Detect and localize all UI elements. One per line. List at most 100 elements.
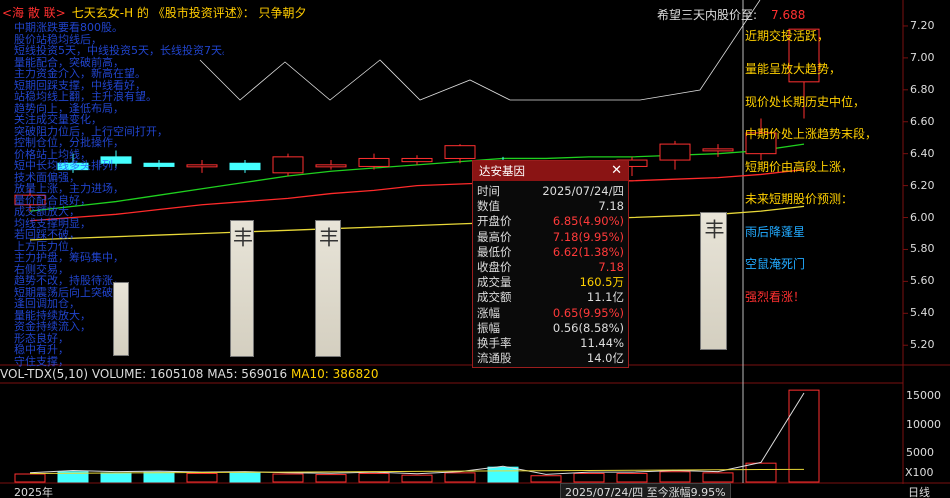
popup-row-value: 0.56(8.58%) <box>552 320 624 335</box>
popup-row-label: 成交额 <box>477 290 512 305</box>
target-value: 7.688 <box>771 8 806 22</box>
stamp-image: 丰 <box>315 220 341 357</box>
volume-bar <box>616 472 648 483</box>
volume-bar <box>143 471 175 483</box>
popup-row-label: 数值 <box>477 199 500 214</box>
price-tick: 6.80 <box>910 82 935 96</box>
popup-row: 涨幅 0.65(9.95%) <box>473 306 628 321</box>
popup-row-value: 2025/07/24/四 <box>542 184 624 198</box>
price-tick: 6.20 <box>910 178 935 192</box>
popup-row-label: 涨幅 <box>477 305 500 320</box>
volume-tick: 15000 <box>906 389 941 403</box>
chart-title: <海 散 联> 七天玄女-H 的 《股市投资评述》： 只争朝夕 <box>2 4 307 21</box>
popup-row: 数值 7.18 <box>473 199 628 214</box>
indicator-volume: VOLUME: 1605108 <box>91 367 204 381</box>
volume-bar <box>315 474 347 483</box>
cursor-date: 2025/07/24/四 至今涨幅9.95% <box>560 483 731 498</box>
volume-bar <box>229 472 261 483</box>
popup-row-value: 6.85(4.90%) <box>552 214 624 229</box>
price-tick: 6.40 <box>910 146 935 160</box>
forecast-note: 中期价处上涨趋势末段， <box>745 127 878 141</box>
popup-row-label: 开盘价 <box>477 214 512 229</box>
popup-row-value: 7.18 <box>598 259 624 274</box>
volume-bar <box>573 472 605 483</box>
volume-unit: X100 <box>905 466 934 479</box>
popup-row: 振幅 0.56(8.58%) <box>473 321 628 336</box>
popup-row: 成交额 11.1亿 <box>473 290 628 305</box>
volume-tick: 5000 <box>906 446 934 460</box>
forecast-note: 强烈看涨！ <box>745 290 806 304</box>
popup-row-value: 11.44% <box>580 335 624 350</box>
stamp-image: 丰 <box>700 212 727 350</box>
volume-ma5-line <box>29 392 805 475</box>
popup-row-value: 14.0亿 <box>586 351 624 366</box>
popup-row-label: 最高价 <box>477 229 512 244</box>
forecast-note: 量能呈放大趋势， <box>745 62 842 76</box>
overlay-line: 短中长均线多头排列， <box>14 159 124 172</box>
popup-row-value: 6.62(1.38%) <box>552 244 624 259</box>
overlay-line: 主力资金介入，新高在望。 <box>14 67 146 80</box>
popup-row: 成交量 160.5万 <box>473 275 628 290</box>
forecast-note: 空鼠淹死门 <box>745 257 806 271</box>
price-tick: 5.60 <box>910 274 935 288</box>
candle-body <box>401 157 433 163</box>
price-tick: 7.20 <box>910 18 935 32</box>
popup-row-label: 振幅 <box>477 320 500 335</box>
year-label: 2025年 <box>14 486 53 498</box>
status-bar: 2025年 2025/07/24/四 至今涨幅9.95% 日线 <box>0 483 950 498</box>
indicator-ma5: MA5: 569016 <box>207 367 288 381</box>
price-tick: 5.40 <box>910 306 935 320</box>
volume-bar <box>444 472 476 483</box>
overlay-line: 站稳均线上翻，主升浪有望。 <box>14 90 157 103</box>
candle-body <box>315 164 347 168</box>
popup-row-label: 收盘价 <box>477 259 512 274</box>
candle-body <box>229 162 261 171</box>
target-price: 希望三天内股价至: 7.688 <box>657 6 805 23</box>
popup-row-value: 160.5万 <box>579 275 624 290</box>
popup-row: 流通股 14.0亿 <box>473 351 628 366</box>
price-tick: 5.80 <box>910 242 935 256</box>
popup-row: 最低价 6.62(1.38%) <box>473 245 628 260</box>
overlay-line: 成交额放大， <box>14 205 80 218</box>
candle-body <box>444 145 476 159</box>
overlay-line: 短线投资5天，中线投资5天，长线投资7天。 <box>14 44 224 57</box>
overlay-line: 控制仓位，分批操作， <box>14 136 124 149</box>
indicator-name[interactable]: VOL-TDX(5,10) <box>0 367 88 381</box>
overlay-line: 主力护盘，筹码集中， <box>14 251 124 264</box>
stamp-image: 丰 <box>230 220 254 357</box>
volume-bar <box>186 472 218 483</box>
volume-bar <box>358 472 390 483</box>
indicator-ma10: MA10: 386820 <box>290 367 379 381</box>
popup-row-label: 流通股 <box>477 351 512 366</box>
popup-row-label: 最低价 <box>477 244 512 259</box>
indicator-bar: VOL-TDX(5,10) VOLUME: 1605108 MA5: 56901… <box>0 367 378 381</box>
overlay-line: 关注成交量变化， <box>14 113 102 126</box>
period-label[interactable]: 日线 <box>908 484 930 498</box>
volume-bar <box>487 466 519 483</box>
title-left: <海 散 联> <box>2 6 66 20</box>
popup-row-label: 换手率 <box>477 335 512 350</box>
price-tick: 5.20 <box>910 338 935 352</box>
volume-bar <box>659 471 691 483</box>
forecast-note: 雨后降蓬星 <box>745 225 806 239</box>
title-rest: 七天玄女-H 的 《股市投资评述》： 只争朝夕 <box>71 6 307 20</box>
target-label: 希望三天内股价至: <box>657 8 758 22</box>
popup-row: 换手率 11.44% <box>473 336 628 351</box>
volume-bar <box>272 473 304 483</box>
volume-bar <box>702 472 734 483</box>
popup-row: 开盘价 6.85(4.90%) <box>473 214 628 229</box>
price-tick: 6.00 <box>910 210 935 224</box>
volume-bar <box>745 462 777 483</box>
close-icon[interactable]: ✕ <box>611 161 622 181</box>
data-popup[interactable]: 达安基因 ✕ 时间 2025/07/24/四 数值 7.18 开盘价 6.85(4.90%… <box>472 160 629 368</box>
volume-bar <box>401 474 433 483</box>
popup-header[interactable]: 达安基因 ✕ <box>473 161 628 181</box>
popup-row-value: 7.18(9.95%) <box>552 229 624 244</box>
candle-body <box>272 156 304 174</box>
stock-chart-window: { "title": { "left": "<海 散 联>", "rest": … <box>0 0 950 498</box>
forecast-note: 未来短期股价预测： <box>745 192 854 206</box>
forecast-note: 现价处长期历史中位， <box>745 95 866 109</box>
candle-body <box>702 148 734 152</box>
volume-bar <box>530 475 562 483</box>
candle-body <box>358 157 390 167</box>
